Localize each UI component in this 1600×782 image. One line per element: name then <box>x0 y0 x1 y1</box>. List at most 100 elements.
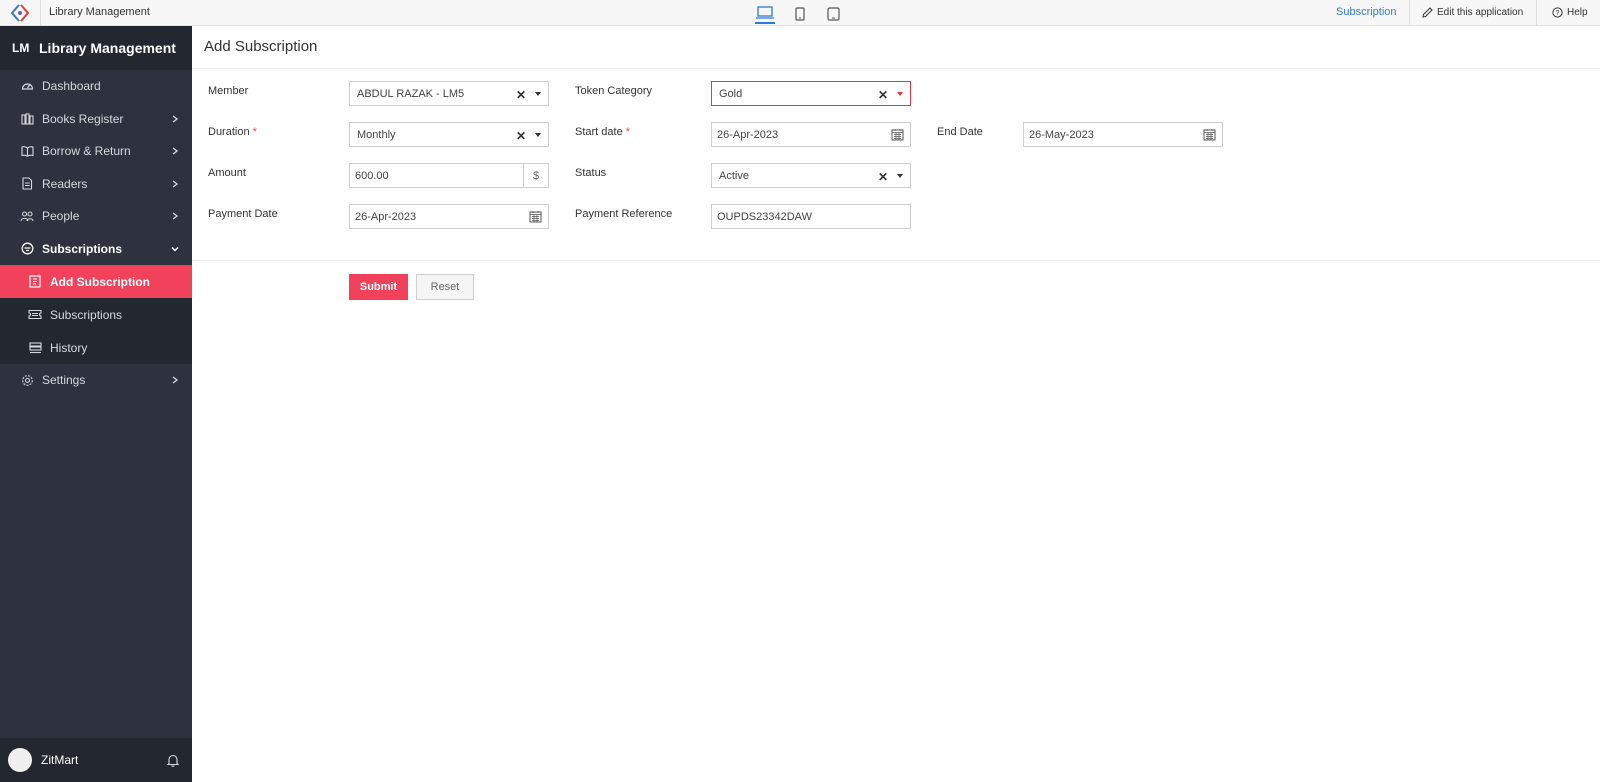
sidebar-item-people[interactable]: People <box>0 200 192 233</box>
sidebar-item-subscriptions-list[interactable]: Subscriptions <box>0 298 192 331</box>
chevron-down-icon <box>171 246 179 251</box>
tablet-view-icon[interactable] <box>823 4 843 24</box>
divider <box>192 260 1600 261</box>
app-name: Library Management <box>49 6 150 18</box>
chevron-right-icon <box>172 147 179 155</box>
divider <box>192 68 1600 69</box>
start-date-value: 26-Apr-2023 <box>717 128 779 141</box>
sidebar-item-label: Readers <box>42 176 88 191</box>
chevron-right-icon <box>172 114 179 123</box>
calendar-icon[interactable] <box>891 128 904 141</box>
end-date-value: 26-May-2023 <box>1029 128 1094 141</box>
caret-down-icon[interactable] <box>535 92 541 96</box>
gear-icon <box>20 373 34 387</box>
people-icon <box>20 209 34 223</box>
token-category-label: Token Category <box>575 85 653 97</box>
sidebar-item-history[interactable]: History <box>0 331 192 364</box>
sidebar-item-borrow-return[interactable]: Borrow & Return <box>0 135 192 168</box>
subscription-link[interactable]: Subscription <box>1336 6 1397 18</box>
subscriptions-submenu: Add Subscription Subscriptions History <box>0 265 192 364</box>
sidebar-item-label: Subscriptions <box>42 241 123 256</box>
pencil-icon <box>1422 7 1433 18</box>
payment-date-label: Payment Date <box>208 208 278 220</box>
duration-value: Monthly <box>357 128 396 141</box>
sidebar-item-books-register[interactable]: Books Register <box>0 103 192 136</box>
payment-date-input[interactable]: 26-Apr-2023 <box>349 204 549 229</box>
caret-down-icon[interactable] <box>535 133 541 137</box>
clear-icon[interactable]: ✕ <box>878 88 888 102</box>
help-label: Help <box>1567 7 1588 18</box>
calendar-icon[interactable] <box>529 210 542 223</box>
payment-reference-label: Payment Reference <box>575 208 673 220</box>
submit-button[interactable]: Submit <box>349 274 408 300</box>
divider <box>1536 0 1537 26</box>
required-marker: * <box>625 126 631 138</box>
end-date-input[interactable]: 26-May-2023 <box>1023 122 1223 147</box>
app-logo-icon[interactable] <box>10 4 30 22</box>
sidebar-item-label: Books Register <box>42 111 124 126</box>
main-content: Add Subscription Member ABDUL RAZAK - LM… <box>192 26 1600 782</box>
sidebar-item-label: People <box>42 209 80 224</box>
laptop-view-icon[interactable] <box>755 4 775 24</box>
sidebar-item-settings[interactable]: Settings <box>0 364 192 397</box>
top-bar: Library Management Subscription Edit thi… <box>0 0 1600 26</box>
clear-icon[interactable]: ✕ <box>516 88 526 102</box>
sidebar-item-label: Borrow & Return <box>42 144 131 159</box>
duration-select[interactable]: Monthly ✕ <box>349 122 549 147</box>
brand-name: Library Management <box>39 40 176 56</box>
clear-icon[interactable]: ✕ <box>878 170 888 184</box>
member-select[interactable]: ABDUL RAZAK - LM5 ✕ <box>349 81 549 106</box>
sidebar-item-add-subscription[interactable]: Add Subscription <box>0 265 192 298</box>
history-icon <box>28 341 42 355</box>
sidebar-item-dashboard[interactable]: Dashboard <box>0 70 192 103</box>
divider <box>1409 0 1410 26</box>
chevron-right-icon <box>172 376 179 384</box>
user-profile[interactable]: ZitMart <box>0 738 192 782</box>
sidebar-item-readers[interactable]: Readers <box>0 168 192 201</box>
status-value: Active <box>719 169 749 182</box>
sidebar-item-label: Dashboard <box>42 79 101 94</box>
amount-input[interactable]: 600.00 $ <box>349 163 549 188</box>
chevron-right-icon <box>172 212 179 220</box>
sidebar-item-subscriptions[interactable]: Subscriptions <box>0 233 192 266</box>
readers-icon <box>20 177 34 191</box>
required-marker: * <box>252 126 257 138</box>
clear-icon[interactable]: ✕ <box>516 129 526 143</box>
chevron-right-icon <box>172 179 179 188</box>
user-name: ZitMart <box>41 753 79 767</box>
sidebar: LM Library Management Dashboard Books Re… <box>0 26 192 782</box>
help-icon: ? <box>1552 7 1563 18</box>
bell-icon[interactable] <box>166 753 180 767</box>
caret-down-icon[interactable] <box>897 92 903 96</box>
payment-reference-value: OUPDS23342DAW <box>717 210 812 223</box>
start-date-input[interactable]: 26-Apr-2023 <box>711 122 911 147</box>
svg-text:?: ? <box>1556 10 1560 17</box>
books-icon <box>20 112 34 126</box>
caret-down-icon[interactable] <box>897 174 903 178</box>
dashboard-icon <box>20 79 34 93</box>
sidebar-brand[interactable]: LM Library Management <box>0 26 192 70</box>
page-title: Add Subscription <box>204 38 318 55</box>
amount-value: 600.00 <box>355 169 389 182</box>
mobile-view-icon[interactable] <box>790 4 810 24</box>
status-label: Status <box>575 167 607 179</box>
edit-application-link[interactable]: Edit this application <box>1422 7 1523 18</box>
token-category-value: Gold <box>719 87 743 100</box>
ticket-icon <box>28 308 42 322</box>
sidebar-item-label: History <box>50 340 88 355</box>
payment-reference-input[interactable]: OUPDS23342DAW <box>711 204 911 229</box>
edit-application-label: Edit this application <box>1437 7 1524 18</box>
start-date-label: Start date * <box>575 126 631 138</box>
subscriptions-icon <box>20 242 34 256</box>
calendar-icon[interactable] <box>1203 128 1216 141</box>
add-subscription-icon <box>28 275 42 289</box>
status-select[interactable]: Active ✕ <box>711 163 911 188</box>
sidebar-item-label: Add Subscription <box>50 274 150 289</box>
avatar[interactable] <box>8 748 32 772</box>
token-category-select[interactable]: Gold ✕ <box>711 81 911 106</box>
member-label: Member <box>208 85 249 97</box>
payment-date-value: 26-Apr-2023 <box>355 210 417 223</box>
reset-button[interactable]: Reset <box>416 274 474 300</box>
amount-label: Amount <box>208 167 246 179</box>
help-link[interactable]: ? Help <box>1552 7 1588 18</box>
